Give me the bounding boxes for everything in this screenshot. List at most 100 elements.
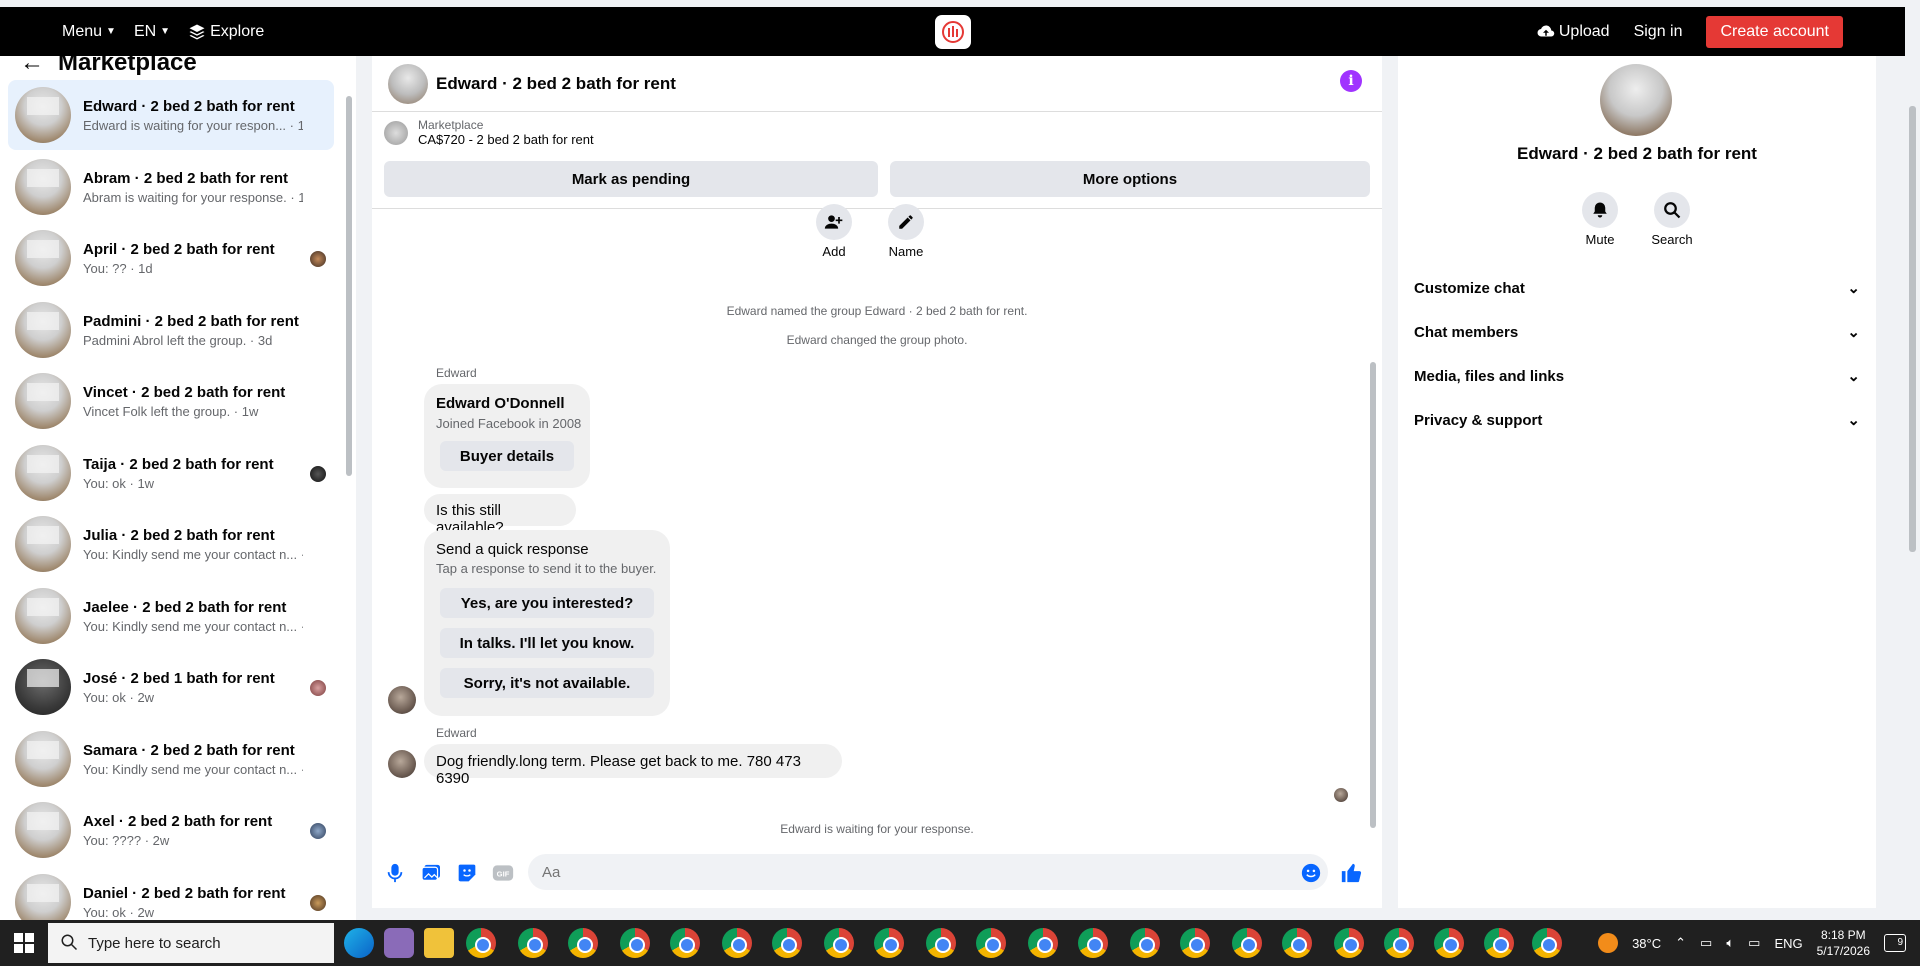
conversation-item[interactable]: Edward · 2 bed 2 bath for rent Edward is … xyxy=(8,80,334,150)
section-chat-members[interactable]: Chat members ⌄ xyxy=(1414,314,1860,350)
conversation-item[interactable]: Vincet · 2 bed 2 bath for rent Vincet Fol… xyxy=(8,366,334,436)
gif-icon[interactable]: GIF xyxy=(492,862,514,884)
chrome-icon[interactable] xyxy=(568,928,598,958)
sticker-icon[interactable] xyxy=(456,862,478,884)
search-chat-button[interactable] xyxy=(1654,192,1690,228)
seen-avatar xyxy=(310,251,326,267)
chrome-icon[interactable] xyxy=(772,928,802,958)
chrome-icon[interactable] xyxy=(1180,928,1210,958)
chrome-icon[interactable] xyxy=(874,928,904,958)
volume-icon[interactable]: 🔈︎ xyxy=(1726,935,1734,951)
mute-button[interactable] xyxy=(1582,192,1618,228)
mark-pending-button[interactable]: Mark as pending xyxy=(384,161,878,197)
network-icon[interactable]: ▭ xyxy=(1748,935,1760,951)
chrome-icon[interactable] xyxy=(1334,928,1364,958)
section-media-files-links[interactable]: Media, files and links ⌄ xyxy=(1414,358,1860,394)
chevron-down-icon: ⌄ xyxy=(1847,324,1860,341)
back-arrow-icon[interactable]: ← xyxy=(20,56,44,77)
chrome-icon[interactable] xyxy=(1384,928,1414,958)
quick-reply-in-talks[interactable]: In talks. I'll let you know. xyxy=(440,628,654,658)
emoji-icon[interactable] xyxy=(1300,862,1322,884)
language-dropdown[interactable]: EN ▼ xyxy=(134,23,170,41)
chrome-icon[interactable] xyxy=(620,928,650,958)
conversation-item[interactable]: Abram · 2 bed 2 bath for rent Abram is wa… xyxy=(8,152,334,222)
chrome-icon[interactable] xyxy=(722,928,752,958)
buyer-details-button[interactable]: Buyer details xyxy=(440,441,574,471)
windows-start-icon[interactable] xyxy=(14,933,34,953)
site-logo[interactable] xyxy=(935,15,971,49)
sign-in-link[interactable]: Sign in xyxy=(1634,23,1683,41)
more-options-button[interactable]: More options xyxy=(890,161,1370,197)
listing-summary[interactable]: Marketplace CA$720 - 2 bed 2 bath for re… xyxy=(384,118,594,147)
weather-temp[interactable]: 38°C xyxy=(1632,936,1661,951)
app-icon[interactable] xyxy=(384,928,414,958)
conversation-item[interactable]: Jaelee · 2 bed 2 bath for rent You: Kindl… xyxy=(8,581,334,651)
add-member-button[interactable] xyxy=(816,204,852,240)
like-thumb-icon[interactable] xyxy=(1340,862,1362,884)
buyer-name: Edward O'Donnell xyxy=(436,395,565,412)
scrollbar-thumb[interactable] xyxy=(1370,362,1376,828)
page-scrollbar[interactable] xyxy=(1906,56,1918,920)
chrome-icon[interactable] xyxy=(1484,928,1514,958)
conversation-scrollbar[interactable] xyxy=(344,86,354,920)
chrome-icon[interactable] xyxy=(976,928,1006,958)
read-receipt-avatar xyxy=(1334,788,1348,802)
chrome-icon[interactable] xyxy=(1028,928,1058,958)
explore-link[interactable]: Explore xyxy=(188,23,264,41)
chevron-down-icon: ⌄ xyxy=(1847,412,1860,429)
weather-sun-icon[interactable] xyxy=(1598,933,1619,953)
chrome-icon[interactable] xyxy=(1434,928,1464,958)
conversation-item[interactable]: Padmini · 2 bed 2 bath for rent Padmini A… xyxy=(8,295,334,365)
conversation-item[interactable]: April · 2 bed 2 bath for rent You: ?? · 1… xyxy=(8,223,334,293)
chevron-down-icon: ⌄ xyxy=(1847,280,1860,297)
chrome-icon[interactable] xyxy=(1282,928,1312,958)
conversation-item[interactable]: Daniel · 2 bed 2 bath for rent You: ok · … xyxy=(8,867,334,920)
message-input[interactable] xyxy=(528,854,1328,890)
edge-icon[interactable] xyxy=(344,928,374,958)
chrome-icon[interactable] xyxy=(1532,928,1562,958)
avatar xyxy=(15,802,71,858)
sender-avatar[interactable] xyxy=(388,750,416,778)
conversation-item[interactable]: Julia · 2 bed 2 bath for rent You: Kindly… xyxy=(8,509,334,579)
conversation-item[interactable]: Taija · 2 bed 2 bath for rent You: ok · 1… xyxy=(8,438,334,508)
clock[interactable]: 8:18 PM 5/17/2026 xyxy=(1817,927,1870,959)
chevron-up-icon[interactable]: ⌃ xyxy=(1675,935,1686,951)
menu-dropdown[interactable]: Menu ▼ xyxy=(62,23,116,41)
sender-name: Edward xyxy=(436,726,477,740)
conversation-item[interactable]: Axel · 2 bed 2 bath for rent You: ???? · … xyxy=(8,795,334,865)
scrollbar-thumb[interactable] xyxy=(1909,106,1916,552)
info-icon[interactable]: i xyxy=(1340,70,1362,92)
group-avatar[interactable] xyxy=(388,63,428,104)
chrome-icon[interactable] xyxy=(1078,928,1108,958)
rename-button[interactable] xyxy=(888,204,924,240)
chrome-icon[interactable] xyxy=(466,928,496,958)
chat-scrollbar[interactable] xyxy=(1368,212,1378,840)
upload-button[interactable]: Upload xyxy=(1537,23,1610,41)
chrome-icon[interactable] xyxy=(1130,928,1160,958)
chrome-icon[interactable] xyxy=(1232,928,1262,958)
quick-reply-not-available[interactable]: Sorry, it's not available. xyxy=(440,668,654,698)
chrome-icon[interactable] xyxy=(824,928,854,958)
photo-icon[interactable] xyxy=(420,862,442,884)
create-account-button[interactable]: Create account xyxy=(1706,15,1843,48)
notification-icon[interactable]: 9 xyxy=(1884,934,1906,952)
message-composer: GIF xyxy=(372,846,1382,900)
microphone-icon[interactable] xyxy=(384,862,406,884)
group-avatar-large[interactable] xyxy=(1600,64,1672,136)
conversation-item[interactable]: José · 2 bed 1 bath for rent You: ok · 2w xyxy=(8,652,334,722)
input-language[interactable]: ENG xyxy=(1774,936,1802,951)
chrome-icon[interactable] xyxy=(926,928,956,958)
file-explorer-icon[interactable] xyxy=(424,928,454,958)
sender-avatar[interactable] xyxy=(388,686,416,714)
chrome-icon[interactable] xyxy=(670,928,700,958)
conversation-item[interactable]: Samara · 2 bed 2 bath for rent You: Kindl… xyxy=(8,724,334,794)
chrome-icon[interactable] xyxy=(518,928,548,958)
marketplace-header: ← Marketplace xyxy=(20,56,197,77)
quick-reply-interested[interactable]: Yes, are you interested? xyxy=(440,588,654,618)
taskbar-search[interactable]: Type here to search xyxy=(48,923,334,963)
search-icon xyxy=(1664,202,1681,219)
section-customize-chat[interactable]: Customize chat ⌄ xyxy=(1414,270,1860,306)
scrollbar-thumb[interactable] xyxy=(346,96,352,476)
section-privacy-support[interactable]: Privacy & support ⌄ xyxy=(1414,402,1860,438)
meet-icon[interactable]: ▭ xyxy=(1700,935,1712,951)
